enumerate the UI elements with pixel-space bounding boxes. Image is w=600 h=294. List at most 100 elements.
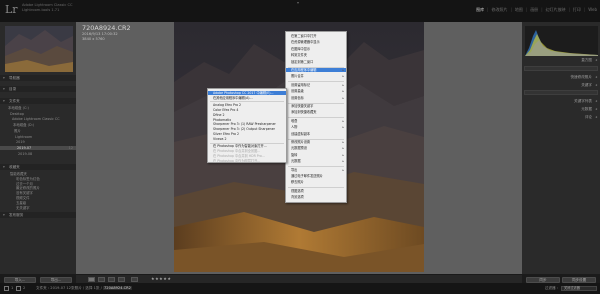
- folder-item[interactable]: 本地磁盘 (D:): [0, 123, 76, 128]
- submenu-arrow-icon: ▸: [342, 167, 344, 172]
- module-book[interactable]: 画册: [530, 7, 538, 13]
- page-1-label: 1: [11, 286, 14, 290]
- module-web[interactable]: Web: [588, 7, 597, 13]
- context-menu-item[interactable]: 创建虚拟副本: [286, 132, 346, 136]
- submenu-item-label: Color Efex Pro 4: [213, 107, 239, 112]
- module-library[interactable]: 图库: [476, 7, 484, 13]
- current-file[interactable]: 720A8924.CR2: [103, 286, 132, 290]
- survey-view-icon[interactable]: [118, 277, 125, 282]
- context-menu-item-label: 设置留用标记: [291, 82, 311, 87]
- collapse-top-arrow-icon[interactable]: ▾: [297, 0, 299, 5]
- module-print[interactable]: 打印: [573, 7, 581, 13]
- submenu-item[interactable]: Viveza 2: [208, 137, 286, 141]
- context-menu-item-label: 元数据预设: [291, 146, 307, 151]
- submenu-arrow-icon: ▸: [342, 159, 344, 164]
- context-menu-item[interactable]: 通过电子邮件发送照片: [286, 174, 346, 178]
- catalog-header[interactable]: 目录: [0, 86, 76, 92]
- submenu-arrow-icon: ▸: [342, 74, 344, 79]
- metadata-header[interactable]: 元数据: [522, 106, 600, 112]
- folder-item[interactable]: Desktop: [0, 112, 76, 117]
- context-menu-item[interactable]: 堆叠 ▸: [286, 119, 346, 123]
- context-menu-item[interactable]: 导出 ▸: [286, 168, 346, 172]
- submenu-item[interactable]: 在 Photoshop 中作为智能对象打开...: [208, 144, 286, 148]
- edit-in-submenu: Adobe Photoshop CC 2017 中编辑(E)... 在其他应用程序…: [207, 88, 287, 163]
- collection-item[interactable]: 无关键字: [0, 206, 76, 211]
- folder-item[interactable]: Lightroom: [0, 135, 76, 140]
- folder-item[interactable]: 2019-08: [0, 152, 76, 157]
- context-menu-item[interactable]: 添加到快捷收藏夹: [286, 110, 346, 114]
- folder-item[interactable]: 本地磁盘 (C:): [0, 106, 76, 111]
- submenu-item-label: Silver Efex Pro 2: [213, 132, 240, 137]
- folders-header[interactable]: 文件夹: [0, 98, 76, 104]
- filter-label: 过滤器 :: [544, 286, 558, 290]
- identity-plate: Lr Adobe Lightroom Classic CC Lightroom-…: [0, 0, 600, 22]
- keyword-select[interactable]: [524, 90, 598, 95]
- comments-header[interactable]: 评论: [522, 114, 600, 120]
- publish-services-header[interactable]: 发布服务: [0, 212, 76, 218]
- submenu-item[interactable]: Adobe Photoshop CC 2017 中编辑(E)...: [208, 91, 286, 96]
- module-develop[interactable]: 修改照片: [491, 7, 507, 13]
- context-menu-item[interactable]: 在资源管理器中显示: [286, 40, 346, 44]
- page-2-label: 2: [23, 286, 26, 290]
- star-rating[interactable]: ★★★★★: [151, 276, 171, 281]
- submenu-arrow-icon: ▸: [342, 125, 344, 130]
- filter-select[interactable]: 关闭过滤器: [561, 286, 597, 291]
- context-menu-item-label: 人物: [291, 125, 298, 130]
- folder-item[interactable]: 照片: [0, 129, 76, 134]
- submenu-arrow-icon: ▸: [342, 146, 344, 151]
- submenu-item[interactable]: Color Efex Pro 4: [208, 108, 286, 112]
- collections-header[interactable]: 收藏夹: [0, 164, 76, 170]
- context-menu-item-label: 修改照片设置: [291, 140, 311, 144]
- folder-item-label: Adobe Lightroom Classic CC: [12, 117, 60, 122]
- context-menu-item-label: 创建虚拟副本: [291, 131, 311, 136]
- context-menu-item[interactable]: 背景选项: [286, 195, 346, 199]
- context-menu-item[interactable]: 在第二窗口中打开: [286, 34, 346, 38]
- submenu-item[interactable]: Silver Efex Pro 2: [208, 132, 286, 136]
- context-menu-item[interactable]: 元数据 ▸: [286, 159, 346, 163]
- folder-item[interactable]: 2019: [0, 140, 76, 145]
- context-menu-item[interactable]: 转到文件夹: [286, 53, 346, 57]
- context-menu-item[interactable]: 旋转 ▸: [286, 153, 346, 157]
- histogram-header[interactable]: 直方图: [522, 57, 600, 63]
- context-menu-item[interactable]: 元数据预设 ▸: [286, 146, 346, 150]
- context-menu-item[interactable]: 视图选项: [286, 189, 346, 193]
- module-map[interactable]: 地图: [515, 7, 523, 13]
- page-1-button[interactable]: [4, 286, 9, 291]
- context-menu-item[interactable]: 在图库中显示: [286, 47, 346, 51]
- folder-item[interactable]: Adobe Lightroom Classic CC: [0, 117, 76, 122]
- context-menu-item[interactable]: 设置色标 ▸: [286, 96, 346, 100]
- context-menu-item[interactable]: 在应用程序中编辑 ▸: [286, 68, 346, 73]
- quick-develop-header[interactable]: 快速修改照片: [522, 74, 600, 80]
- folder-item-label: Lightroom: [15, 134, 33, 139]
- loupe-view-icon[interactable]: [98, 277, 105, 282]
- preset-select[interactable]: [524, 66, 598, 71]
- context-menu-item[interactable]: 添加快捷关键字: [286, 104, 346, 108]
- context-menu-item[interactable]: 锁定到第二窗口: [286, 60, 346, 64]
- context-menu-item[interactable]: 修改照片设置 ▸: [286, 140, 346, 144]
- submenu-item[interactable]: Analog Efex Pro 2: [208, 103, 286, 107]
- compare-view-icon[interactable]: [108, 277, 115, 282]
- context-menu-item[interactable]: 设置星级 ▸: [286, 89, 346, 93]
- context-menu-item[interactable]: 人物 ▸: [286, 125, 346, 129]
- navigator-header[interactable]: 导航器: [0, 75, 76, 81]
- keyword-list-header[interactable]: 关键字列表: [522, 98, 600, 104]
- navigator-preview[interactable]: [5, 26, 73, 72]
- folder-item[interactable]: 2019-07 12: [0, 145, 76, 151]
- submenu-item-label: 在 Photoshop 中合并到 HDR Pro...: [213, 153, 265, 158]
- submenu-arrow-icon: ▸: [342, 118, 344, 123]
- painter-icon[interactable]: [131, 277, 138, 282]
- submenu-item[interactable]: Dfine 2: [208, 113, 286, 117]
- submenu-item[interactable]: Sharpener Pro 3: (1) RAW Presharpener: [208, 122, 286, 126]
- context-menu-item[interactable]: 移去照片: [286, 180, 346, 184]
- keywording-header[interactable]: 关键字: [522, 82, 600, 88]
- module-slideshow[interactable]: 幻灯片放映: [546, 7, 566, 13]
- submenu-item[interactable]: Sharpener Pro 3: (2) Output Sharpener: [208, 127, 286, 131]
- context-menu-item[interactable]: 照片合并 ▸: [286, 74, 346, 78]
- context-menu-item-label: 转到文件夹: [291, 53, 307, 58]
- submenu-item[interactable]: 在其他应用程序中编辑(A)...: [208, 96, 286, 100]
- page-2-button[interactable]: [16, 286, 21, 291]
- submenu-item[interactable]: Photomatix: [208, 118, 286, 122]
- grid-view-icon[interactable]: [88, 277, 95, 282]
- context-menu-item[interactable]: 设置留用标记 ▸: [286, 83, 346, 87]
- histogram-chart[interactable]: [525, 26, 598, 56]
